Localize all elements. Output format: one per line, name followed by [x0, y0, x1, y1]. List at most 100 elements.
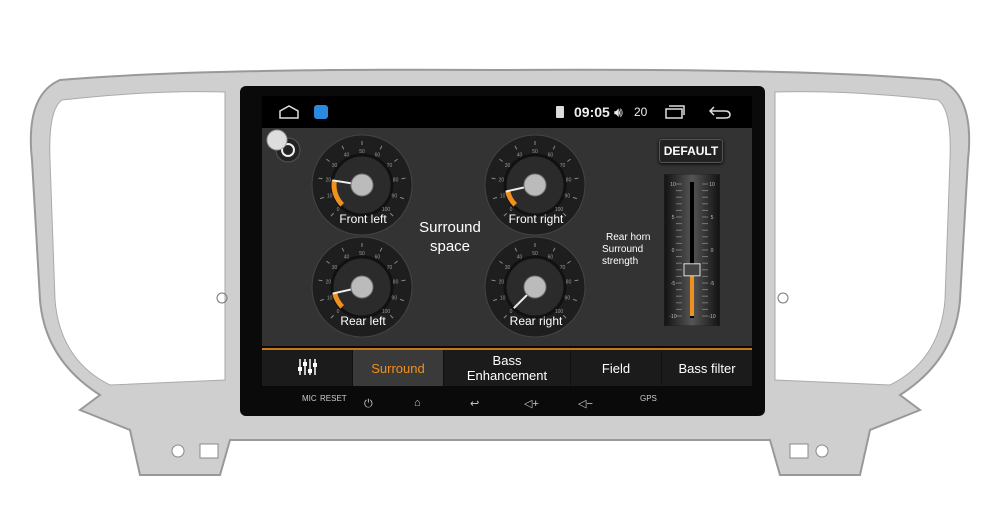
slider-tick-label: -5 — [710, 281, 715, 287]
gauge-tick-label: 20 — [499, 178, 505, 184]
gauge-tick-label: 90 — [392, 296, 398, 302]
gauge-tick — [574, 177, 579, 180]
surround-panel: 0 10 20 30 40 50 60 70 80 90 100 0 10 20 30 40 50 60 70 80 9… — [262, 128, 752, 346]
gauge-tick — [318, 177, 323, 180]
gauge-tick — [401, 279, 406, 282]
gauge-tick-label: 80 — [566, 178, 572, 184]
gauge-tick — [401, 177, 406, 180]
volume-up-icon[interactable]: ◁+ — [524, 397, 539, 410]
surround-strength-slider[interactable]: 10 10 5 5 0 0 -5 -5 -10 -10 — [664, 174, 720, 326]
slider-thumb[interactable] — [683, 263, 701, 277]
slider-tick-label: -5 — [671, 281, 676, 287]
gauge-tick-label: 50 — [359, 149, 365, 155]
gauge-tick — [318, 279, 323, 282]
power-icon[interactable]: ⏻ — [364, 398, 373, 411]
gauge-tick-label: 10 — [500, 194, 506, 200]
equalizer-icon — [296, 357, 318, 380]
head-unit-screen: 09:05 🔊︎ 20 0 10 20 30 40 50 60 70 80 90 100 0 10 20 3… — [240, 86, 765, 416]
center-title-line2: space — [429, 238, 471, 255]
center-title: Surround space — [410, 218, 490, 256]
gauge-tick-label: 10 — [327, 296, 333, 302]
slider-label-line3: strength — [602, 256, 639, 267]
gauge-tick-label: 30 — [332, 163, 338, 169]
gps-label: GPS — [640, 394, 657, 403]
gauge-tick-label: 70 — [387, 265, 393, 271]
gauge-tick-label: 70 — [387, 163, 393, 169]
gauge-tick — [574, 279, 579, 282]
gauge-tick-label: 60 — [548, 153, 554, 159]
gauge-knob — [350, 173, 374, 197]
gauge-tick-label: 30 — [505, 163, 511, 169]
slider-tick-label: 10 — [709, 182, 715, 188]
gauge-tick-label: 30 — [332, 265, 338, 271]
gauge-knob — [523, 275, 547, 299]
gauge-tick-label: 80 — [393, 178, 399, 184]
gauge-label-rear-left: Rear left — [340, 314, 386, 328]
slider-tick-label: 10 — [670, 182, 676, 188]
volume-down-icon[interactable]: ◁− — [578, 397, 593, 410]
app-icon[interactable] — [314, 96, 328, 128]
back-icon[interactable] — [708, 96, 732, 128]
gauge-tick-label: 40 — [344, 153, 350, 159]
status-bar: 09:05 🔊︎ 20 — [262, 96, 752, 128]
home-hw-icon[interactable]: ⌂ — [414, 397, 421, 409]
volume-level: 20 — [634, 105, 648, 119]
home-icon[interactable] — [278, 96, 300, 128]
gauge-tick-label: 60 — [548, 255, 554, 261]
gauge-tick-label: 10 — [500, 296, 506, 302]
clock: 09:05 — [574, 104, 610, 120]
tab-field[interactable]: Field — [571, 350, 662, 386]
recent-apps-icon[interactable] — [664, 96, 686, 128]
slider-tick-label: -10 — [708, 314, 715, 320]
slider-label-line2: Surround — [602, 244, 644, 255]
reset-knob-icon[interactable] — [266, 129, 301, 163]
slider-tick-label: 0 — [711, 248, 714, 254]
tab-surround[interactable]: Surround — [353, 350, 444, 386]
gauge-knob — [523, 173, 547, 197]
tab-bass-filter[interactable]: Bass filter — [662, 350, 752, 386]
gauge-tick-label: 20 — [326, 280, 332, 286]
gauge-tick-label: 20 — [326, 178, 332, 184]
gauge-tick-label: 60 — [375, 255, 381, 261]
gauge-knob — [350, 275, 374, 299]
gauge-tick-label: 80 — [393, 280, 399, 286]
gauge-tick-label: 70 — [560, 265, 566, 271]
slider-fill — [690, 269, 694, 316]
slider-label-line1: Rear horn — [606, 232, 651, 243]
slider-tick-label: 0 — [672, 248, 675, 254]
gauge-tick — [491, 177, 496, 180]
gauge-tick-label: 90 — [565, 296, 571, 302]
gauge-label-front-left: Front left — [339, 212, 387, 226]
gauge-label-front-right: Front right — [508, 212, 564, 226]
gauge-tick-label: 50 — [532, 251, 538, 257]
sim-icon — [556, 96, 564, 128]
tab-equalizer[interactable] — [262, 350, 353, 386]
center-title-line1: Surround — [419, 219, 481, 236]
slider-label: Rear horn Surround strength — [602, 232, 650, 268]
gauge-tick-label: 80 — [566, 280, 572, 286]
mic-label: MIC — [302, 394, 317, 403]
slider-tick-label: 5 — [672, 215, 675, 221]
gauge-tick-label: 20 — [499, 280, 505, 286]
gauge-label-rear-right: Rear right — [509, 314, 563, 328]
back-hw-icon[interactable]: ↩ — [470, 397, 479, 410]
slider-tick-label: -10 — [669, 314, 676, 320]
slider-tick-label: 5 — [711, 215, 714, 221]
gauge-tick-label: 90 — [565, 194, 571, 200]
volume-icon[interactable]: 🔊︎ — [614, 96, 623, 128]
gauge-tick-label: 50 — [532, 149, 538, 155]
gauge-tick-label: 40 — [517, 255, 523, 261]
gauge-tick-label: 50 — [359, 251, 365, 257]
hardware-buttons: MIC RESET ⏻ ⌂ ↩ ◁+ ◁− GPS — [262, 388, 752, 416]
gauge-tick-label: 10 — [327, 194, 333, 200]
gauge-tick-label: 40 — [344, 255, 350, 261]
gauge-tick-label: 30 — [505, 265, 511, 271]
tab-bass-enhancement[interactable]: Bass Enhancement — [444, 350, 571, 386]
gauge-tick-label: 70 — [560, 163, 566, 169]
gauge-tick-label: 40 — [517, 153, 523, 159]
gauge-tick-label: 60 — [375, 153, 381, 159]
gauge-tick-label: 90 — [392, 194, 398, 200]
tab-bar: Surround Bass Enhancement Field Bass fil… — [262, 348, 752, 386]
default-button[interactable]: DEFAULT — [659, 139, 723, 163]
reset-button[interactable]: RESET — [320, 394, 347, 403]
